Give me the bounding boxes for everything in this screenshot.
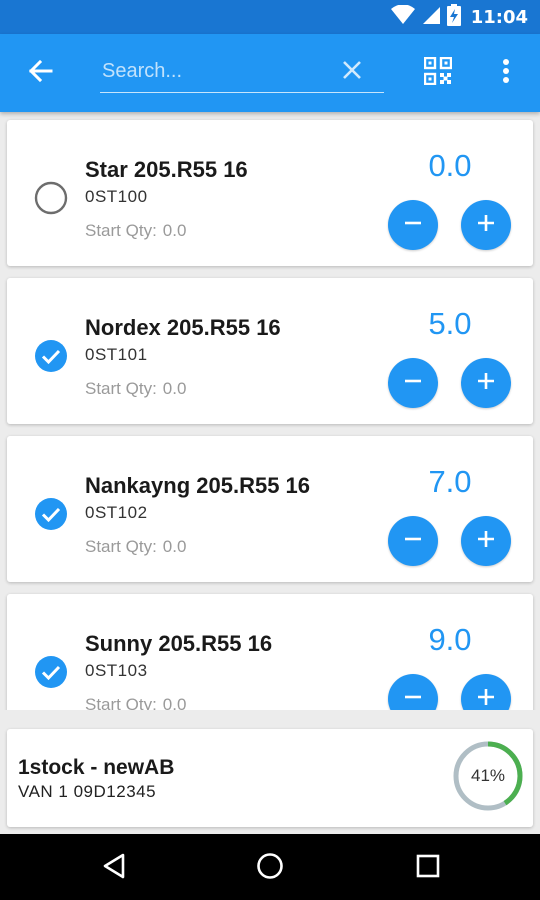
start-qty-value: 0.0 — [162, 379, 187, 398]
stock-title: 1stock - newAB — [18, 756, 175, 779]
decrement-button[interactable] — [388, 516, 438, 566]
increment-button[interactable] — [461, 358, 511, 408]
status-icons: 11:04 — [390, 0, 528, 34]
nav-recents-button[interactable] — [408, 848, 448, 888]
arrow-left-icon — [27, 58, 53, 88]
recents-square-icon — [416, 854, 440, 882]
increment-button[interactable] — [461, 516, 511, 566]
minus-icon — [403, 213, 423, 237]
overflow-menu-button[interactable] — [488, 55, 524, 91]
plus-icon — [476, 213, 496, 237]
nav-home-button[interactable] — [250, 848, 290, 888]
minus-icon — [403, 371, 423, 395]
start-qty-label: Start Qty: — [85, 695, 157, 710]
start-qty-label: Start Qty: — [85, 221, 157, 240]
clear-search-button[interactable] — [338, 58, 366, 86]
item-start-qty: Start Qty: 0.0 — [85, 379, 186, 399]
list-item: Star 205.R55 16 0ST100 Start Qty: 0.0 0.0 — [7, 120, 533, 266]
item-list[interactable]: Star 205.R55 16 0ST100 Start Qty: 0.0 0.0… — [0, 112, 540, 710]
nav-back-button[interactable] — [94, 848, 134, 888]
plus-icon — [476, 529, 496, 553]
plus-icon — [476, 687, 496, 710]
toolbar — [0, 34, 540, 112]
list-item: Sunny 205.R55 16 0ST103 Start Qty: 0.0 9.… — [7, 594, 533, 710]
decrement-button[interactable] — [388, 358, 438, 408]
item-code: 0ST103 — [85, 661, 148, 680]
item-code: 0ST101 — [85, 345, 148, 364]
decrement-button[interactable] — [388, 674, 438, 710]
progress-ring: 41% — [453, 741, 523, 811]
item-checkbox[interactable] — [34, 181, 68, 219]
status-bar: 11:04 — [0, 0, 540, 34]
radio-unchecked-icon — [34, 181, 68, 219]
check-circle-icon — [34, 655, 68, 693]
item-quantity: 0.0 — [428, 148, 472, 183]
increment-button[interactable] — [461, 674, 511, 710]
item-name: Nordex 205.R55 16 — [85, 315, 281, 340]
decrement-button[interactable] — [388, 200, 438, 250]
navigation-bar — [0, 834, 540, 900]
signal-icon — [421, 5, 441, 29]
item-checkbox[interactable] — [34, 339, 68, 377]
battery-charging-icon — [446, 4, 461, 30]
status-time: 11:04 — [470, 6, 528, 28]
item-start-qty: Start Qty: 0.0 — [85, 695, 186, 710]
scan-qr-button[interactable] — [420, 55, 456, 91]
item-name: Nankayng 205.R55 16 — [85, 473, 311, 498]
item-quantity: 5.0 — [428, 306, 472, 341]
search-field — [100, 52, 384, 93]
item-name: Star 205.R55 16 — [85, 157, 248, 182]
start-qty-label: Start Qty: — [85, 379, 157, 398]
plus-icon — [476, 371, 496, 395]
start-qty-value: 0.0 — [162, 695, 187, 710]
increment-button[interactable] — [461, 200, 511, 250]
start-qty-label: Start Qty: — [85, 537, 157, 556]
item-name: Sunny 205.R55 16 — [85, 631, 273, 656]
item-code: 0ST102 — [85, 503, 148, 522]
check-circle-icon — [34, 339, 68, 377]
item-quantity: 7.0 — [428, 464, 472, 499]
search-input[interactable] — [100, 52, 324, 90]
item-checkbox[interactable] — [34, 497, 68, 535]
back-triangle-icon — [101, 852, 127, 884]
back-button[interactable] — [18, 51, 62, 95]
minus-icon — [403, 687, 423, 710]
close-icon — [341, 59, 363, 85]
home-circle-icon — [256, 852, 284, 884]
item-start-qty: Start Qty: 0.0 — [85, 221, 186, 241]
qr-code-icon — [423, 56, 453, 89]
item-code: 0ST100 — [85, 187, 148, 206]
item-checkbox[interactable] — [34, 655, 68, 693]
list-item: Nordex 205.R55 16 0ST101 Start Qty: 0.0 5… — [7, 278, 533, 424]
check-circle-icon — [34, 497, 68, 535]
minus-icon — [403, 529, 423, 553]
wifi-icon — [390, 4, 415, 29]
start-qty-value: 0.0 — [162, 221, 187, 240]
start-qty-value: 0.0 — [162, 537, 187, 556]
stock-subtitle: VAN 1 09D12345 — [18, 782, 157, 801]
item-start-qty: Start Qty: 0.0 — [85, 537, 186, 557]
more-vert-icon — [502, 58, 510, 88]
stock-info-card: 1stock - newAB VAN 1 09D12345 41% — [7, 729, 533, 827]
progress-label: 41% — [470, 766, 506, 785]
item-quantity: 9.0 — [428, 622, 472, 657]
list-item: Nankayng 205.R55 16 0ST102 Start Qty: 0.0… — [7, 436, 533, 582]
